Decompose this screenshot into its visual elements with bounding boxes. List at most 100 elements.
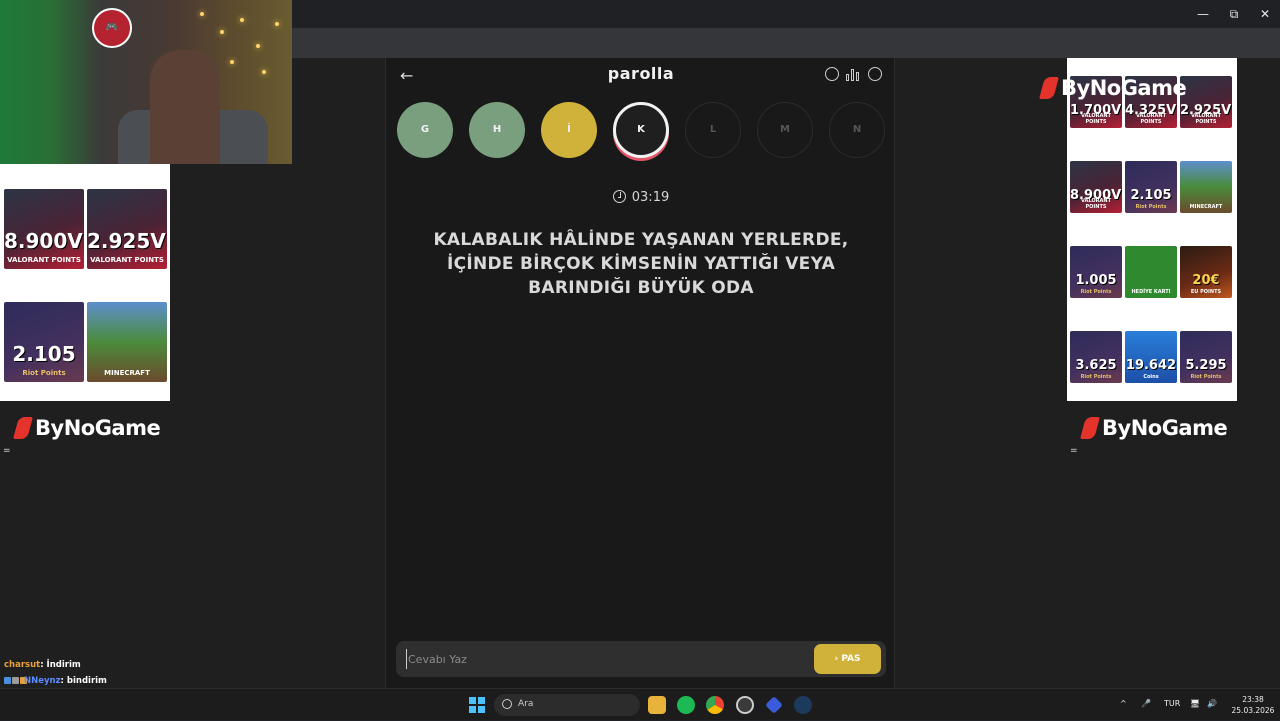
letter-circle-3: K (613, 102, 669, 158)
badge-icon (12, 677, 19, 684)
chevron-right-icon: › (834, 654, 839, 664)
shop-tile[interactable]: 1.005 Riot Points (1070, 246, 1122, 298)
info-icon[interactable] (825, 67, 839, 81)
streamer-face (150, 50, 220, 164)
shop-tile[interactable]: 20€ EU POINTS (1180, 246, 1232, 298)
shop-tile[interactable]: 2.925VP VALORANT POINTS (87, 189, 167, 269)
tile-value: 8.900VP (4, 229, 84, 253)
pass-button[interactable]: › PAS (814, 644, 881, 674)
parolla-game-panel: ← parolla GHİKLMN 03:19 KALABALIK HÂLİND… (385, 58, 895, 688)
tile-subtitle: EU POINTS (1190, 289, 1222, 295)
bynogame-logo-right: ByNoGame (1080, 416, 1228, 440)
tile-subtitle: VALORANT POINTS (7, 256, 81, 264)
letter-circle-6: N (829, 102, 885, 158)
network-icon[interactable]: 🖥 (1190, 699, 1200, 708)
search-icon (502, 699, 512, 709)
tile-subtitle: Coins (1143, 374, 1159, 380)
bynogame-logo-left: ByNoGame (13, 416, 161, 440)
letter-circle-2: İ (541, 102, 597, 158)
close-button[interactable]: ✕ (1250, 4, 1280, 24)
tile-value: 2.925VP (87, 229, 167, 253)
question-text: KALABALIK HÂLİNDE YAŞANAN YERLERDE, İÇİN… (433, 230, 849, 298)
pass-label: PAS (841, 654, 861, 664)
bynogame-mark-icon (1039, 77, 1059, 99)
tile-subtitle: VALORANT POINTS (1136, 113, 1166, 125)
shop-tile[interactable]: 8.900VP VALORANT POINTS (4, 189, 84, 269)
gamepad-logo-icon: 🎮 (92, 8, 132, 48)
shop-tile[interactable]: 5.295 Riot Points (1180, 331, 1232, 383)
timer: 03:19 (386, 190, 896, 205)
steam-icon[interactable] (794, 696, 812, 714)
tile-value: 1.005 (1075, 273, 1117, 288)
shop-tile[interactable]: 2.105 Riot Points (1125, 161, 1177, 213)
shop-tile[interactable]: MINECRAFT (1180, 161, 1232, 213)
tray-chevron-icon[interactable]: ^ (1120, 699, 1127, 708)
chat-text: : bindirim (60, 676, 107, 686)
shop-tile[interactable]: 2.925VPVALORANT POINTS (1180, 76, 1232, 128)
right-shop-panel: 1.700VPVALORANT POINTS4.325VPVALORANT PO… (1067, 58, 1237, 401)
tile-value: 20€ (1192, 273, 1220, 288)
spotify-icon[interactable] (677, 696, 695, 714)
clock-time: 23:38 (1242, 695, 1264, 704)
letter-circle-5: M (757, 102, 813, 158)
tile-subtitle: VALORANT POINTS (90, 256, 164, 264)
obs-icon[interactable] (736, 696, 754, 714)
shop-tile[interactable]: 3.625 Riot Points (1070, 331, 1122, 383)
tile-value: 2.105 (12, 342, 76, 366)
letter-circle-0: G (397, 102, 453, 158)
tile-subtitle: VALORANT POINTS (1081, 113, 1111, 125)
shop-tile[interactable]: MINECRAFT (87, 302, 167, 382)
app-diamond-icon[interactable] (765, 696, 783, 714)
chat-message: charsut: İndirim (4, 657, 284, 673)
chat-message: NNeynz: bindirim (4, 673, 284, 689)
bynogame-mark-icon (1080, 417, 1100, 439)
chat-username: charsut (4, 660, 41, 670)
language-indicator[interactable]: TUR (1164, 699, 1180, 708)
shop-tile[interactable]: HEDİYE KARTI (1125, 246, 1177, 298)
maximize-button[interactable]: ⧉ (1219, 4, 1249, 24)
system-clock[interactable]: 23:38 25.03.2026 (1226, 694, 1280, 716)
letter-circle-4: L (685, 102, 741, 158)
equals-marker: = (3, 446, 11, 456)
tile-subtitle: MINECRAFT (1189, 204, 1223, 210)
volume-icon[interactable]: 🔊 (1207, 699, 1217, 708)
brand-text: ByNoGame (1061, 76, 1187, 100)
chat-badges (4, 673, 27, 689)
shop-tile[interactable]: 8.900VPVALORANT POINTS (1070, 161, 1122, 213)
page-title: parolla (607, 64, 675, 83)
answer-input[interactable] (406, 649, 786, 669)
windows-taskbar: Ara ^ 🎤 TUR 🖥 🔊 23:38 25.03.2026 (0, 688, 1280, 720)
windows-start-icon[interactable] (469, 697, 485, 713)
shop-tile[interactable]: 2.105 Riot Points (4, 302, 84, 382)
clock-icon (612, 190, 626, 203)
chat-username: NNeynz (24, 676, 61, 686)
tile-subtitle: HEDİYE KARTI (1131, 289, 1171, 295)
taskbar-search[interactable]: Ara (494, 694, 640, 716)
stats-icon[interactable] (846, 67, 860, 81)
microphone-icon[interactable]: 🎤 (1141, 699, 1151, 708)
bynogame-mark-icon (13, 417, 33, 439)
tile-subtitle: Riot Points (1135, 204, 1167, 210)
file-explorer-icon[interactable] (648, 696, 666, 714)
minimize-button[interactable]: — (1188, 4, 1218, 24)
tile-subtitle: Riot Points (1190, 374, 1222, 380)
bynogame-logo-top: ByNoGame (1039, 76, 1187, 100)
tile-subtitle: VALORANT POINTS (1081, 198, 1111, 210)
search-label: Ara (518, 699, 534, 709)
webcam-overlay: 🎮 (0, 0, 292, 164)
answer-bar: › PAS (396, 641, 886, 677)
tile-value: 2.105 (1130, 188, 1172, 203)
timer-value: 03:19 (631, 190, 670, 205)
tile-value: 5.295 (1185, 358, 1227, 373)
tile-subtitle: Riot Points (1080, 374, 1112, 380)
badge-icon (4, 677, 11, 684)
tile-value: 19.642 (1125, 358, 1177, 373)
brand-text: ByNoGame (1102, 416, 1228, 440)
shop-tile[interactable]: 19.642 Coins (1125, 331, 1177, 383)
tile-value: 3.625 (1075, 358, 1117, 373)
tile-subtitle: Riot Points (22, 369, 66, 377)
letter-circle-1: H (469, 102, 525, 158)
left-shop-panel: 8.900VP VALORANT POINTS 2.925VP VALORANT PO… (0, 164, 170, 401)
chrome-icon[interactable] (706, 696, 724, 714)
account-icon[interactable] (868, 67, 882, 81)
